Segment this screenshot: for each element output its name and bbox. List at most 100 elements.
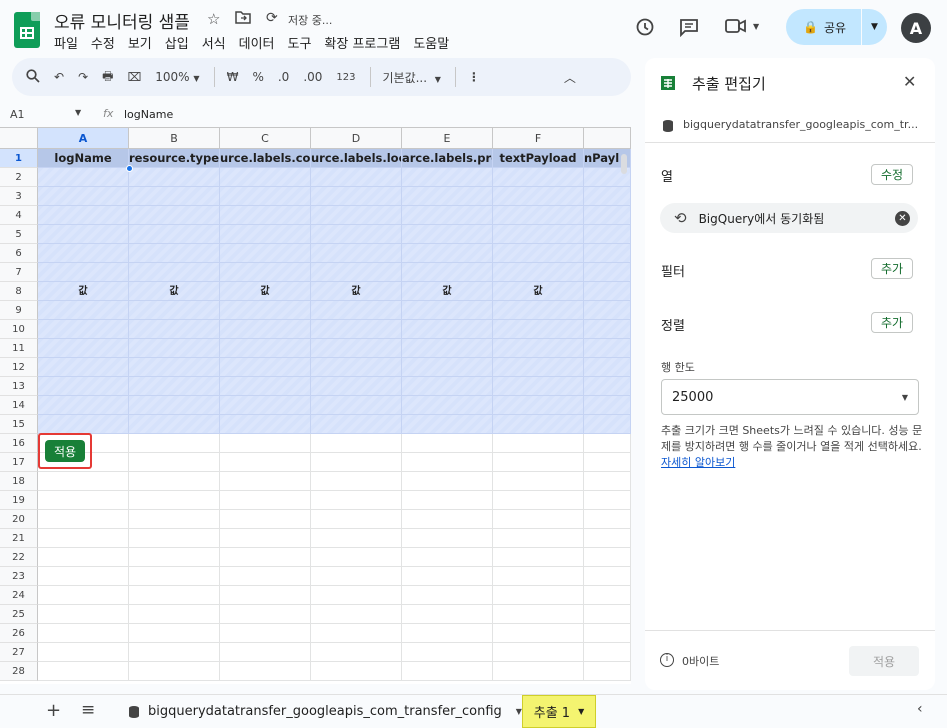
grid-cell[interactable] <box>129 453 220 472</box>
font-select[interactable]: 기본값... ▼ <box>383 69 441 86</box>
grid-cell[interactable] <box>220 415 311 434</box>
grid-cell[interactable] <box>493 206 584 225</box>
grid-cell[interactable] <box>311 624 402 643</box>
grid-cell[interactable] <box>38 662 129 681</box>
row-header[interactable]: 19 <box>0 491 38 510</box>
menu-tools[interactable]: 도구 <box>288 33 312 52</box>
row-header[interactable]: 16 <box>0 434 38 453</box>
grid-cell[interactable] <box>129 548 220 567</box>
comments-icon[interactable] <box>671 9 707 45</box>
grid-cell[interactable] <box>129 187 220 206</box>
menu-data[interactable]: 데이터 <box>239 33 275 52</box>
grid-cell[interactable] <box>311 548 402 567</box>
grid-cell[interactable] <box>220 339 311 358</box>
table-header-cell[interactable]: arce.labels.proje <box>402 149 493 168</box>
grid-cell[interactable] <box>584 244 631 263</box>
row-header[interactable]: 18 <box>0 472 38 491</box>
grid-cell[interactable] <box>402 358 493 377</box>
grid-cell[interactable] <box>311 377 402 396</box>
meet-button[interactable]: ▼ <box>725 18 759 34</box>
grid-cell[interactable] <box>38 168 129 187</box>
decrease-decimal-button[interactable]: .0 <box>278 70 289 84</box>
grid-cell[interactable] <box>129 320 220 339</box>
grid-cell[interactable] <box>220 510 311 529</box>
grid-cell[interactable] <box>493 586 584 605</box>
menu-insert[interactable]: 삽입 <box>165 33 189 52</box>
grid-cell[interactable] <box>584 453 631 472</box>
sheets-logo-icon[interactable] <box>14 12 40 48</box>
grid-cell[interactable] <box>402 624 493 643</box>
grid-cell[interactable] <box>584 662 631 681</box>
grid-cell[interactable] <box>38 415 129 434</box>
grid-cell[interactable] <box>493 510 584 529</box>
row-limit-select[interactable]: 25000 ▼ <box>661 379 919 415</box>
currency-format-button[interactable]: ₩ <box>227 70 239 84</box>
row-header[interactable]: 13 <box>0 377 38 396</box>
grid-cell[interactable] <box>129 206 220 225</box>
apply-chip-button[interactable]: 적용 <box>45 440 85 462</box>
grid-cell[interactable] <box>584 415 631 434</box>
row-header[interactable]: 1 <box>0 149 38 168</box>
avatar[interactable]: A <box>901 13 931 43</box>
grid-cell[interactable] <box>38 320 129 339</box>
grid-cell[interactable] <box>38 643 129 662</box>
grid-cell[interactable] <box>493 415 584 434</box>
row-header[interactable]: 22 <box>0 548 38 567</box>
grid-cell[interactable] <box>493 358 584 377</box>
grid-cell[interactable] <box>129 168 220 187</box>
row-header[interactable]: 17 <box>0 453 38 472</box>
grid-cell[interactable] <box>402 225 493 244</box>
grid-cell[interactable] <box>402 187 493 206</box>
grid-cell[interactable] <box>311 320 402 339</box>
grid-cell[interactable] <box>493 453 584 472</box>
add-sheet-icon[interactable]: + <box>46 700 61 721</box>
grid-cell[interactable] <box>129 244 220 263</box>
grid-cell[interactable] <box>220 206 311 225</box>
row-header[interactable]: 27 <box>0 643 38 662</box>
grid-cell[interactable] <box>493 244 584 263</box>
row-header[interactable]: 26 <box>0 624 38 643</box>
cell-reference[interactable]: A1 <box>10 108 25 121</box>
table-header-cell[interactable]: urce.labels.loca <box>311 149 402 168</box>
grid-cell[interactable] <box>220 624 311 643</box>
grid-cell[interactable] <box>493 548 584 567</box>
grid-cell[interactable] <box>402 510 493 529</box>
grid-cell[interactable] <box>311 510 402 529</box>
grid-cell[interactable] <box>38 586 129 605</box>
grid-cell[interactable] <box>402 206 493 225</box>
grid-cell[interactable] <box>129 586 220 605</box>
grid-cell[interactable] <box>129 624 220 643</box>
row-header[interactable]: 7 <box>0 263 38 282</box>
menu-format[interactable]: 서식 <box>202 33 226 52</box>
grid-cell[interactable] <box>129 434 220 453</box>
grid-cell[interactable] <box>584 472 631 491</box>
grid-cell[interactable] <box>584 624 631 643</box>
column-header-e[interactable]: E <box>402 128 493 149</box>
value-placeholder-cell[interactable]: 값 <box>311 282 402 301</box>
grid-cell[interactable] <box>402 548 493 567</box>
grid-cell[interactable] <box>584 206 631 225</box>
grid-cell[interactable] <box>38 187 129 206</box>
grid-cell[interactable] <box>129 491 220 510</box>
sheet-tab-data[interactable]: bigquerydatatransfer_googleapis_com_tran… <box>128 695 522 728</box>
grid-cell[interactable] <box>129 339 220 358</box>
grid-cell[interactable] <box>38 206 129 225</box>
all-sheets-icon[interactable]: ≡ <box>81 700 95 720</box>
grid-cell[interactable] <box>402 320 493 339</box>
grid-cell[interactable] <box>493 187 584 206</box>
zoom-select[interactable]: 100% ▼ <box>155 70 199 84</box>
grid-cell[interactable] <box>311 434 402 453</box>
grid-cell[interactable] <box>38 624 129 643</box>
grid-cell[interactable] <box>311 358 402 377</box>
table-header-cell[interactable]: urce.labels.conf <box>220 149 311 168</box>
learn-more-link[interactable]: 자세히 알아보기 <box>661 456 735 469</box>
grid-cell[interactable] <box>584 358 631 377</box>
grid-cell[interactable] <box>220 263 311 282</box>
columns-edit-button[interactable]: 수정 <box>871 164 914 185</box>
grid-cell[interactable] <box>220 168 311 187</box>
menu-view[interactable]: 보기 <box>128 33 152 52</box>
grid-cell[interactable] <box>402 567 493 586</box>
grid-cell[interactable] <box>129 225 220 244</box>
grid-cell[interactable] <box>493 225 584 244</box>
grid-cell[interactable] <box>38 225 129 244</box>
